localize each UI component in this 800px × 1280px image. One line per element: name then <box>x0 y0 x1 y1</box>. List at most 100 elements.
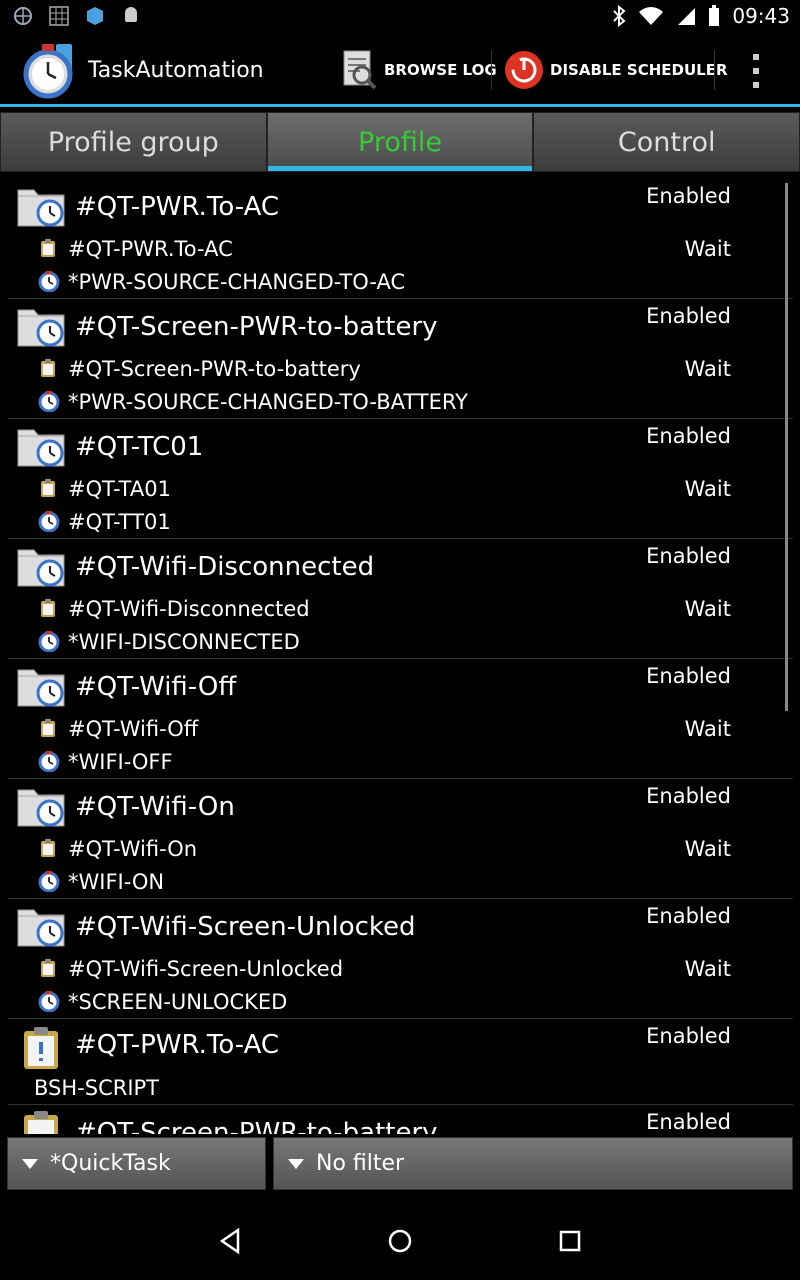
power-icon <box>505 51 543 89</box>
trigger-stopwatch-icon <box>38 870 60 893</box>
item-title: #QT-Screen-PWR-to-battery <box>75 312 438 342</box>
profile-list[interactable]: #QT-PWR.To-AC Enabled #QT-PWR.To-AC Wait… <box>0 172 800 1134</box>
clock: 09:43 <box>732 4 790 28</box>
task-clipboard-icon <box>38 958 58 978</box>
status-badge: Enabled <box>646 784 731 808</box>
trigger-stopwatch-icon <box>38 630 60 653</box>
profile-folder-icon <box>16 662 66 707</box>
status-badge: Enabled <box>646 304 731 328</box>
trigger-name: *WIFI-ON <box>68 870 165 894</box>
trigger-name: *WIFI-DISCONNECTED <box>68 630 300 654</box>
item-title: #QT-Wifi-On <box>75 792 235 822</box>
android-icon <box>125 7 137 22</box>
profile-folder-icon <box>16 542 66 587</box>
browse-log-label: BROWSE LOG <box>384 61 497 79</box>
tab-profile[interactable]: Profile <box>266 112 534 172</box>
clipboard-icon <box>24 1111 58 1134</box>
profile-folder-icon <box>16 422 66 467</box>
list-item[interactable]: #QT-TC01 Enabled #QT-TA01 Wait #QT-TT01 <box>8 418 793 539</box>
filter-selector[interactable]: No filter <box>273 1137 793 1190</box>
item-title: #QT-Wifi-Disconnected <box>75 552 375 582</box>
grid-icon <box>49 6 69 26</box>
battery-icon <box>709 5 720 26</box>
task-name: #QT-Wifi-Screen-Unlocked <box>68 957 344 981</box>
task-name: #QT-PWR.To-AC <box>68 237 233 261</box>
wifi-icon <box>639 7 664 25</box>
task-name: #QT-Screen-PWR-to-battery <box>68 357 361 381</box>
item-title: #QT-PWR.To-AC <box>75 1030 280 1060</box>
app-stopwatch-icon[interactable] <box>22 38 80 100</box>
tab-control[interactable]: Control <box>533 112 800 172</box>
group-selector[interactable]: *QuickTask <box>7 1137 266 1190</box>
item-title: #QT-PWR.To-AC <box>75 192 280 222</box>
profile-folder-icon <box>16 782 66 827</box>
task-name: #QT-Wifi-Off <box>68 717 199 741</box>
status-badge: Enabled <box>646 1110 731 1134</box>
task-status: Wait <box>684 837 731 861</box>
tab-bar: Profile group Profile Control <box>0 112 800 172</box>
browse-log-button[interactable]: BROWSE LOG <box>342 44 497 96</box>
trigger-name: *PWR-SOURCE-CHANGED-TO-AC <box>68 270 406 294</box>
action-separator <box>491 50 492 90</box>
profile-folder-icon <box>16 302 66 347</box>
signal-icon <box>678 8 696 25</box>
task-clipboard-icon <box>38 718 58 738</box>
item-title: #QT-Wifi-Off <box>75 672 237 702</box>
list-item[interactable]: #QT-Screen-PWR-to-battery Enabled #QT-Sc… <box>8 298 793 419</box>
scrollbar[interactable] <box>785 183 788 711</box>
list-item[interactable]: #QT-Wifi-Off Enabled #QT-Wifi-Off Wait *… <box>8 658 793 779</box>
task-clipboard-icon <box>38 358 58 378</box>
trigger-name: *PWR-SOURCE-CHANGED-TO-BATTERY <box>68 390 468 414</box>
task-name: #QT-Wifi-Disconnected <box>68 597 310 621</box>
status-badge: Enabled <box>646 184 731 208</box>
recents-icon[interactable] <box>555 1226 585 1256</box>
log-search-icon <box>343 50 377 90</box>
profile-folder-icon <box>16 182 66 227</box>
disable-scheduler-button[interactable]: DISABLE SCHEDULER <box>504 44 728 96</box>
tab-profile-group[interactable]: Profile group <box>0 112 267 172</box>
action-bar-divider <box>0 104 800 107</box>
group-selector-value: *QuickTask <box>50 1151 171 1176</box>
status-badge: Enabled <box>646 424 731 448</box>
item-title: #QT-Wifi-Screen-Unlocked <box>75 912 416 942</box>
item-title: #QT-TC01 <box>75 432 204 462</box>
home-icon[interactable] <box>385 1226 415 1256</box>
clipboard-icon <box>24 1027 58 1069</box>
filter-selector-value: No filter <box>316 1151 405 1176</box>
trigger-stopwatch-icon <box>38 510 60 533</box>
list-item[interactable]: #QT-Wifi-Screen-Unlocked Enabled #QT-Wif… <box>8 898 793 1019</box>
action-separator <box>714 50 715 90</box>
task-clipboard-icon <box>38 598 58 618</box>
dropdown-triangle-icon <box>22 1158 38 1169</box>
trigger-stopwatch-icon <box>38 390 60 413</box>
task-clipboard-icon <box>38 838 58 858</box>
trigger-stopwatch-icon <box>38 750 60 773</box>
status-badge: Enabled <box>646 904 731 928</box>
status-badge: Enabled <box>646 544 731 568</box>
task-status: Wait <box>684 237 731 261</box>
overflow-menu-icon[interactable] <box>748 54 764 88</box>
task-clipboard-icon <box>38 238 58 258</box>
list-item[interactable]: #QT-Wifi-On Enabled #QT-Wifi-On Wait *WI… <box>8 778 793 899</box>
task-status: Wait <box>684 477 731 501</box>
status-badge: Enabled <box>646 664 731 688</box>
task-name: #QT-TA01 <box>68 477 171 501</box>
list-item[interactable]: #QT-PWR.To-AC Enabled #QT-PWR.To-AC Wait… <box>8 178 793 299</box>
task-status: Wait <box>684 597 731 621</box>
back-icon[interactable] <box>216 1226 246 1256</box>
task-name: #QT-Wifi-On <box>68 837 198 861</box>
trigger-stopwatch-icon <box>38 270 60 293</box>
task-status: Wait <box>684 357 731 381</box>
globe-icon <box>14 7 32 25</box>
profile-folder-icon <box>16 902 66 947</box>
trigger-name: #QT-TT01 <box>68 510 171 534</box>
list-item[interactable]: #QT-PWR.To-AC Enabled BSH-SCRIPT <box>8 1018 793 1105</box>
dropdown-triangle-icon <box>288 1158 304 1169</box>
box-icon <box>87 7 103 25</box>
task-clipboard-icon <box>38 478 58 498</box>
status-bar: 09:43 <box>0 0 800 33</box>
task-status: Wait <box>684 717 731 741</box>
list-item[interactable]: #QT-Wifi-Disconnected Enabled #QT-Wifi-D… <box>8 538 793 659</box>
list-item[interactable]: #QT-Screen-PWR-to-battery Enabled <box>8 1106 793 1134</box>
disable-scheduler-label: DISABLE SCHEDULER <box>550 61 728 79</box>
